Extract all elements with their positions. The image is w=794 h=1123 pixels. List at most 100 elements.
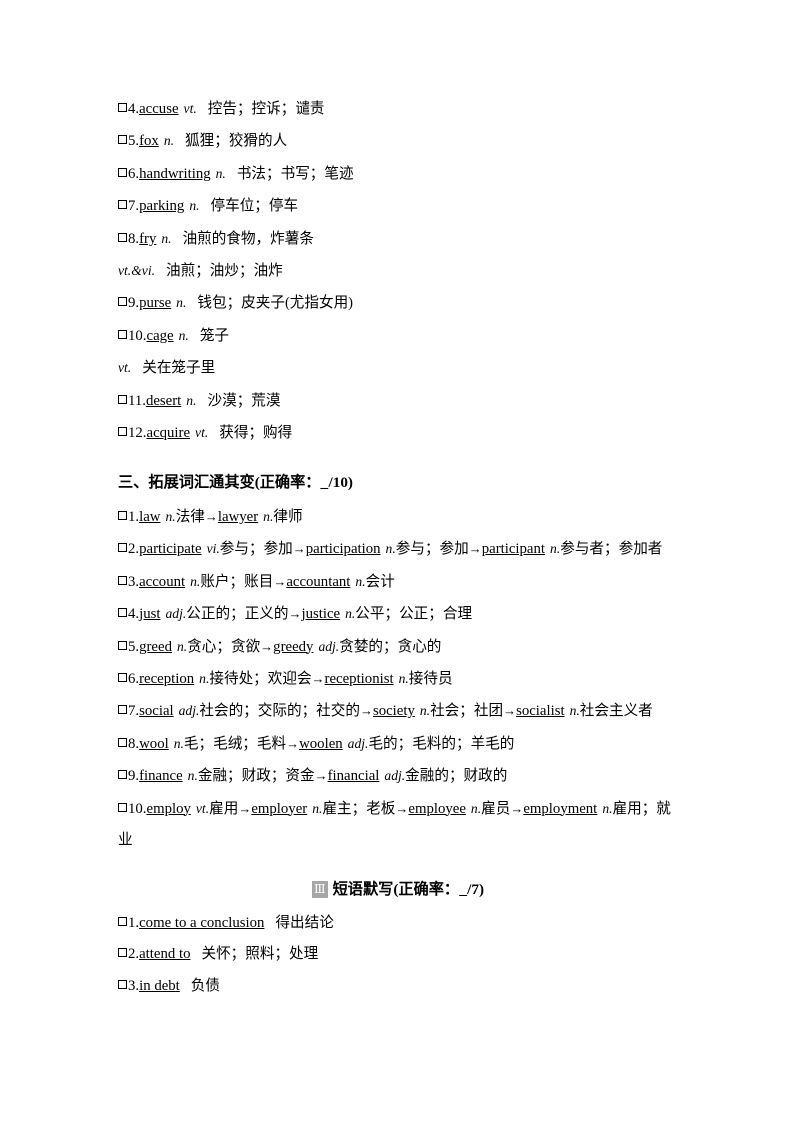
derivation-gloss: 毛；毛绒；毛料 — [183, 735, 287, 752]
derivation-word: accountant — [286, 573, 351, 590]
derivation-gloss: 公正的；正义的 — [186, 606, 289, 623]
entry-word: purse — [139, 295, 172, 312]
entry-number: 12. — [128, 425, 147, 442]
phrase-text: attend to — [139, 946, 191, 963]
arrow-icon: → — [311, 670, 325, 686]
checkbox-icon[interactable] — [118, 770, 127, 780]
derivation-gloss: 贪心；贪欲 — [187, 638, 261, 655]
checkbox-icon[interactable] — [118, 802, 127, 812]
checkbox-icon[interactable] — [118, 427, 127, 437]
checkbox-icon[interactable] — [118, 948, 127, 958]
checkbox-icon[interactable] — [118, 135, 127, 145]
vocab-entry: 10.cage n. 笼子 — [118, 320, 678, 352]
checkbox-icon[interactable] — [118, 394, 127, 404]
section-phrases-score-blank[interactable]: _ — [459, 874, 467, 905]
checkbox-icon[interactable] — [118, 543, 127, 553]
derivation-word: employee — [408, 800, 466, 817]
subentry-pos: vt.&vi. — [118, 263, 155, 279]
derivation-pos: n. — [398, 670, 409, 686]
arrow-icon: → — [260, 638, 274, 654]
phrase-list: 1.come to a conclusion 得出结论 2.attend to 关怀；… — [118, 908, 678, 1002]
phrase-entry: 2.attend to 关怀；照料；处理 — [118, 939, 678, 970]
entry-word: fox — [139, 133, 159, 150]
vocab-entry: 12.acquire vt. 获得；购得 — [118, 417, 678, 449]
arrow-icon: → — [238, 800, 252, 816]
entry-number: 1. — [128, 508, 140, 525]
derivation-pos: n. — [602, 800, 613, 816]
derivation-gloss: 账户；账目 — [200, 573, 274, 590]
entry-gloss: 狐狸；狡猾的人 — [185, 133, 288, 150]
arrow-icon: → — [292, 541, 306, 557]
entry-word: cage — [146, 327, 174, 344]
checkbox-icon[interactable] — [118, 510, 127, 520]
derivation-word: woolen — [299, 735, 343, 752]
derivation-word: employ — [146, 800, 191, 817]
phrase-gloss: 得出结论 — [275, 914, 334, 931]
derivation-pos: adj. — [178, 703, 200, 719]
checkbox-icon[interactable] — [118, 737, 127, 747]
checkbox-icon[interactable] — [118, 575, 127, 585]
entry-number: 3. — [128, 977, 140, 994]
derivation-pos: n. — [199, 670, 210, 686]
arrow-icon: → — [273, 573, 287, 589]
derivation-gloss: 参与；参加 — [219, 541, 293, 558]
derivation-pos: n. — [385, 541, 396, 557]
phrase-gloss: 负债 — [190, 977, 220, 994]
checkbox-icon[interactable] — [118, 329, 127, 339]
entry-gloss: 油煎的食物，炸薯条 — [182, 230, 314, 247]
derivation-gloss: 参与；参加 — [395, 541, 469, 558]
section-three-score-blank[interactable]: _ — [321, 467, 329, 498]
entry-gloss: 钱包；皮夹子(尤指女用) — [197, 295, 354, 312]
phrase-entry: 1.come to a conclusion 得出结论 — [118, 908, 678, 939]
entry-number: 9. — [128, 295, 140, 312]
checkbox-icon[interactable] — [118, 640, 127, 650]
phrase-text: come to a conclusion — [139, 914, 265, 931]
entry-number: 2. — [128, 946, 140, 963]
vocab-subentry: vt. 关在笼子里 — [118, 352, 678, 384]
derivation-pos: n. — [312, 800, 323, 816]
derivation-list: 1.law n.法律→lawyer n.律师 2.participate vi.参与；参… — [118, 501, 678, 856]
entry-gloss: 沙漠；荒漠 — [207, 392, 281, 409]
entry-word: handwriting — [139, 165, 211, 182]
section-three-heading-text: 三、拓展词汇通其变(正确率： — [118, 474, 321, 492]
vocab-subline-group-2: vt. 关在笼子里 — [118, 352, 678, 384]
phrase-gloss: 关怀；照料；处理 — [201, 946, 319, 963]
entry-word: acquire — [146, 425, 191, 442]
derivation-gloss: 雇主；老板 — [322, 800, 396, 817]
derivation-word: employment — [523, 800, 598, 817]
entry-pos: vt. — [183, 101, 197, 116]
entry-number: 11. — [128, 392, 146, 409]
section-three-heading: 三、拓展词汇通其变(正确率：_/10) — [118, 467, 678, 498]
entry-gloss: 获得；购得 — [219, 425, 293, 442]
subentry-pos: vt. — [118, 360, 132, 376]
entry-number: 3. — [128, 573, 140, 590]
checkbox-icon[interactable] — [118, 232, 127, 242]
entry-gloss: 控告；控诉；谴责 — [207, 101, 325, 117]
arrow-icon: → — [359, 703, 373, 719]
vocab-subentry: vt.&vi. 油煎；油炒；油炸 — [118, 255, 678, 287]
checkbox-icon[interactable] — [118, 103, 127, 112]
derivation-entry: 7.social adj.社会的；交际的；社交的→society n.社会；社团→s… — [118, 695, 678, 727]
derivation-pos: vi. — [206, 541, 220, 557]
checkbox-icon[interactable] — [118, 705, 127, 715]
checkbox-icon[interactable] — [118, 297, 127, 307]
checkbox-icon[interactable] — [118, 608, 127, 618]
derivation-pos: adj. — [318, 638, 340, 654]
derivation-gloss: 毛的；毛料的；羊毛的 — [368, 735, 515, 752]
derivation-pos: adj. — [347, 735, 369, 751]
vocab-entry: 9.purse n. 钱包；皮夹子(尤指女用) — [118, 287, 678, 319]
derivation-word: socialist — [516, 703, 565, 720]
checkbox-icon[interactable] — [118, 167, 127, 177]
section-phrases-heading: Ⅲ 短语默写(正确率：_/7) — [118, 874, 678, 905]
derivation-pos: n. — [550, 541, 561, 557]
derivation-pos: n. — [173, 735, 184, 751]
arrow-icon: → — [395, 800, 409, 816]
arrow-icon: → — [204, 508, 218, 524]
checkbox-icon[interactable] — [118, 979, 127, 989]
checkbox-icon[interactable] — [118, 672, 127, 682]
derivation-entry: 9.finance n.金融；财政；资金→financial adj.金融的；财政的 — [118, 760, 678, 792]
entry-number: 7. — [128, 703, 140, 720]
derivation-entry: 6.reception n.接待处；欢迎会→receptionist n.接待员 — [118, 663, 678, 695]
checkbox-icon[interactable] — [118, 200, 127, 210]
checkbox-icon[interactable] — [118, 916, 127, 926]
